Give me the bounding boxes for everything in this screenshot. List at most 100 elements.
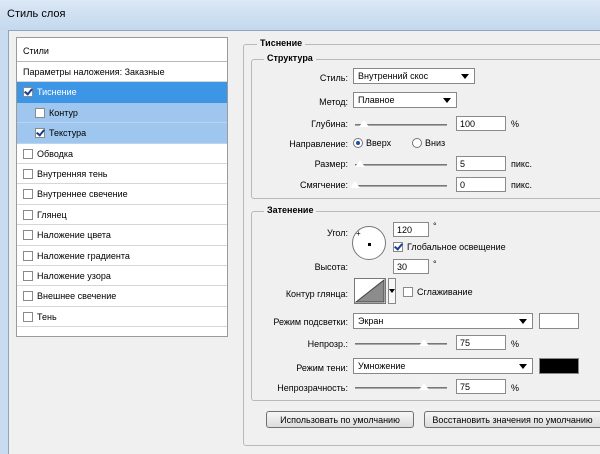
restore-default-button[interactable]: Восстановить значения по умолчанию — [424, 411, 600, 428]
structure-title: Структура — [264, 53, 316, 63]
styles-item-label: Глянец — [37, 209, 67, 220]
stroke-checkbox[interactable] — [23, 148, 33, 159]
bevel-emboss-checkbox[interactable] — [23, 87, 33, 98]
drop-shadow-checkbox[interactable] — [23, 311, 33, 322]
styles-item-satin[interactable]: Глянец — [17, 205, 227, 226]
radio-icon — [353, 138, 363, 148]
shadow-mode-value: Умножение — [358, 361, 406, 371]
size-slider-thumb[interactable] — [353, 159, 366, 168]
styles-item-label: Контур — [49, 107, 78, 118]
soften-slider-track[interactable] — [355, 185, 447, 187]
styles-item-label: Обводка — [37, 148, 74, 159]
soften-input[interactable]: 0 — [456, 177, 506, 192]
soften-label: Смягчение: — [299, 180, 348, 190]
emboss-title: Тиснение — [257, 38, 306, 48]
color-overlay-checkbox[interactable] — [23, 230, 33, 241]
styles-item-contour[interactable]: Контур — [17, 102, 227, 124]
styles-item-label: Текстура — [49, 128, 87, 139]
style-dropdown[interactable]: Внутренний скос — [353, 68, 475, 84]
styles-item-label: Параметры наложения: Заказные — [23, 67, 165, 77]
shading-title: Затенение — [264, 205, 317, 215]
title-bar[interactable]: Стиль слоя — [0, 0, 600, 30]
styles-item-stroke[interactable]: Обводка — [17, 144, 227, 164]
direction-up-label: Вверх — [366, 138, 392, 148]
checkbox-icon — [393, 242, 403, 252]
direction-label: Направление: — [289, 139, 348, 149]
soften-slider-thumb[interactable] — [349, 180, 361, 189]
altitude-label: Высота: — [314, 262, 348, 272]
depth-slider-thumb[interactable] — [358, 119, 371, 128]
size-slider-track[interactable] — [355, 164, 447, 166]
method-label: Метод: — [319, 97, 348, 107]
contour-checkbox[interactable] — [35, 107, 45, 118]
style-label: Стиль: — [319, 73, 348, 83]
chevron-down-icon — [461, 74, 469, 79]
styles-item-bevel-emboss[interactable]: Тиснение — [17, 82, 227, 103]
gradient-overlay-checkbox[interactable] — [23, 250, 33, 261]
size-input[interactable]: 5 — [456, 156, 506, 171]
shadow-opacity-slider-track[interactable] — [355, 387, 447, 389]
direction-up-radio[interactable]: Вверх — [353, 138, 391, 148]
styles-item-inner-glow[interactable]: Внутреннее свечение — [17, 184, 227, 205]
highlight-mode-dropdown[interactable]: Экран — [353, 313, 533, 329]
styles-item-label: Наложение градиента — [37, 250, 130, 261]
styles-item-label: Внутреннее свечение — [37, 189, 128, 200]
styles-item-texture[interactable]: Текстура — [17, 123, 227, 144]
gloss-contour-label: Контур глянца: — [285, 289, 348, 299]
chevron-down-icon — [443, 98, 451, 103]
altitude-input[interactable]: 30 — [393, 259, 429, 274]
highlight-mode-label: Режим подсветки: — [273, 317, 348, 327]
styles-item-blending-options[interactable]: Параметры наложения: Заказные — [17, 62, 227, 83]
shadow-mode-dropdown[interactable]: Умножение — [353, 358, 533, 374]
angle-input[interactable]: 120 — [393, 222, 429, 237]
shadow-color-swatch[interactable] — [539, 358, 579, 374]
chevron-down-icon — [519, 364, 527, 369]
antialias-checkbox[interactable]: Сглаживание — [403, 287, 473, 297]
pattern-overlay-checkbox[interactable] — [23, 270, 33, 281]
contour-dropdown-button[interactable] — [388, 278, 396, 304]
shadow-opacity-input[interactable]: 75 — [456, 379, 506, 394]
highlight-opacity-input[interactable]: 75 — [456, 335, 506, 350]
shadow-opacity-label: Непрозрачность: — [277, 383, 348, 393]
direction-down-radio[interactable]: Вниз — [412, 138, 445, 148]
chevron-down-icon — [389, 289, 395, 293]
styles-item-label: Наложение цвета — [37, 230, 111, 241]
highlight-opacity-slider-thumb[interactable] — [418, 338, 430, 347]
radio-icon — [412, 138, 422, 148]
style-dropdown-value: Внутренний скос — [358, 71, 429, 81]
contour-preview-icon — [354, 278, 385, 303]
styles-item-inner-shadow[interactable]: Внутренняя тень — [17, 164, 227, 185]
shadow-mode-label: Режим тени: — [296, 363, 348, 373]
styles-item-outer-glow[interactable]: Внешнее свечение — [17, 286, 227, 307]
method-dropdown[interactable]: Плавное — [353, 92, 457, 108]
depth-label: Глубина: — [311, 119, 348, 129]
satin-checkbox[interactable] — [23, 209, 33, 220]
highlight-opacity-unit: % — [511, 339, 520, 349]
window-title: Стиль слоя — [7, 8, 66, 20]
inner-glow-checkbox[interactable] — [23, 189, 33, 200]
highlight-mode-value: Экран — [358, 316, 384, 326]
angle-dial[interactable]: + — [352, 226, 386, 260]
make-default-button[interactable]: Использовать по умолчанию — [266, 411, 414, 428]
size-unit: пикс. — [511, 159, 532, 169]
global-light-checkbox[interactable]: Глобальное освещение — [393, 242, 506, 252]
outer-glow-checkbox[interactable] — [23, 291, 33, 302]
highlight-color-swatch[interactable] — [539, 313, 579, 329]
dial-center-icon — [368, 243, 371, 246]
styles-item-label: Наложение узора — [37, 270, 111, 281]
gloss-contour-picker[interactable] — [354, 278, 386, 304]
direction-down-label: Вниз — [425, 138, 446, 148]
highlight-opacity-slider-track[interactable] — [355, 343, 447, 345]
styles-item-label: Внешнее свечение — [37, 291, 117, 302]
styles-item-drop-shadow[interactable]: Тень — [17, 307, 227, 328]
styles-item-label: Внутренняя тень — [37, 168, 108, 179]
depth-input[interactable]: 100 — [456, 116, 506, 131]
inner-shadow-checkbox[interactable] — [23, 168, 33, 179]
angle-label: Угол: — [327, 228, 348, 238]
styles-item-color-overlay[interactable]: Наложение цвета — [17, 225, 227, 246]
styles-item-label: Тень — [37, 311, 57, 322]
shadow-opacity-slider-thumb[interactable] — [418, 382, 430, 391]
styles-item-pattern-overlay[interactable]: Наложение узора — [17, 266, 227, 287]
styles-item-gradient-overlay[interactable]: Наложение градиента — [17, 246, 227, 266]
texture-checkbox[interactable] — [35, 128, 45, 139]
